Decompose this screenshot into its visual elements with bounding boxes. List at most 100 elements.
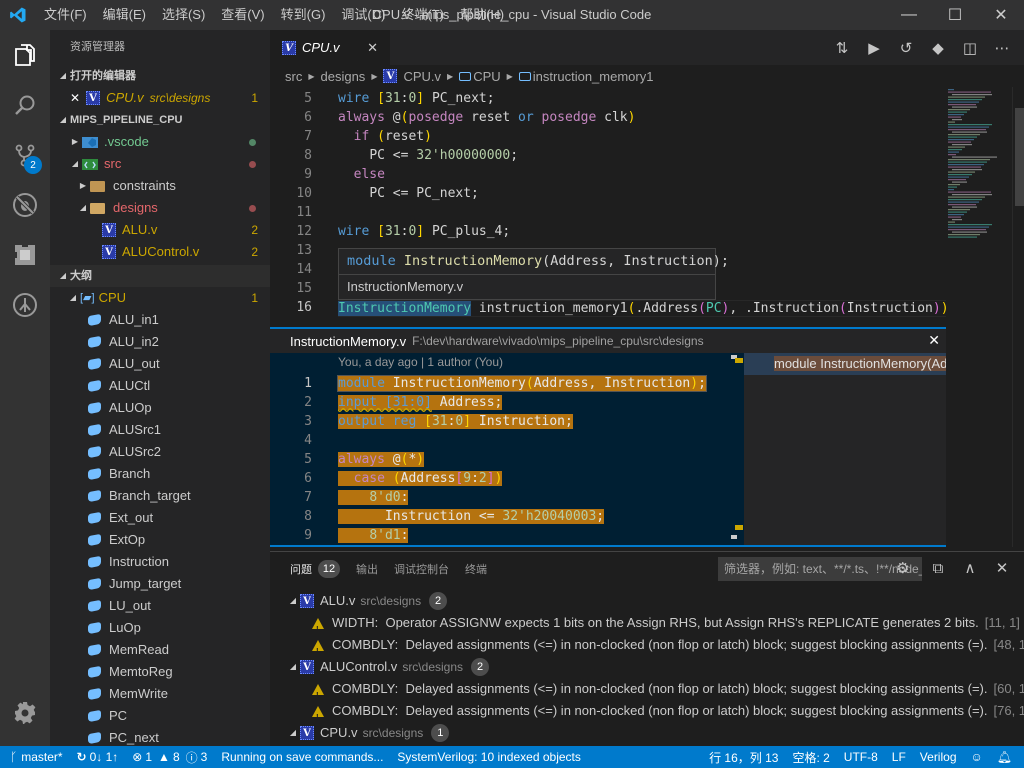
- filter-settings-icon[interactable]: ⚙: [896, 559, 909, 577]
- git-icon[interactable]: ◆: [922, 39, 954, 57]
- problem-file-group[interactable]: ◢ V CPU.v src\designs 1: [270, 722, 450, 744]
- open-editor-item[interactable]: ✕ V CPU.v src\designs 1: [50, 87, 270, 109]
- cursor-position[interactable]: 行 16，列 13: [702, 749, 785, 766]
- tree-item-alu[interactable]: V ALU.v 2: [50, 219, 270, 241]
- breadcrumb-src[interactable]: src: [285, 69, 302, 84]
- search-button[interactable]: [0, 80, 50, 130]
- tree-item-src[interactable]: ◢ src: [50, 153, 270, 175]
- problems-filter-input[interactable]: 筛选器，例如: text、**/*.ts、!**/node_modules/**: [718, 557, 922, 581]
- branch-indicator[interactable]: ᚴ master*: [0, 750, 70, 764]
- breadcrumb-module[interactable]: CPU: [473, 69, 500, 84]
- outline-symbol-item[interactable]: ALUSrc1: [50, 419, 270, 441]
- problem-item[interactable]: COMBDLY: Delayed assignments (<=) in non…: [270, 700, 1024, 729]
- outline-symbol-item[interactable]: LU_out: [50, 595, 270, 617]
- outline-symbol-item[interactable]: Ext_out: [50, 507, 270, 529]
- peek-reference-item[interactable]: module InstructionMemory(Address, Instru…: [744, 353, 946, 375]
- feedback-smiley-icon[interactable]: ☺: [964, 750, 990, 764]
- tab-cpu-v[interactable]: V CPU.v ✕: [270, 30, 390, 65]
- outline-symbol-item[interactable]: MemRead: [50, 639, 270, 661]
- indentation[interactable]: 空格: 2: [785, 749, 836, 766]
- outline-symbol-item[interactable]: PC: [50, 705, 270, 727]
- outline-symbol-item[interactable]: MemtoReg: [50, 661, 270, 683]
- problem-item[interactable]: COMBDLY: Delayed assignments (<=) in non…: [270, 634, 1024, 663]
- breadcrumb-file[interactable]: CPU.v: [403, 69, 441, 84]
- outline-symbol-item[interactable]: ALUSrc2: [50, 441, 270, 463]
- outline-symbol-item[interactable]: LuOp: [50, 617, 270, 639]
- tree-item-designs[interactable]: ◢ designs: [50, 197, 270, 219]
- outline-symbol-item[interactable]: PC_next: [50, 727, 270, 746]
- open-changes-icon[interactable]: ↺: [890, 39, 922, 57]
- minimize-button[interactable]: —: [886, 0, 932, 30]
- outline-root-cpu[interactable]: ◢ [▰] CPU 1: [50, 287, 270, 309]
- problem-item[interactable]: WIDTH: Operator ASSIGNW expects 1 bits o…: [270, 612, 1020, 641]
- problems-indicator[interactable]: ⊗ 1 ▲ 8 ⓘ 3: [125, 749, 214, 766]
- outline-symbol-item[interactable]: ALUOp: [50, 397, 270, 419]
- end-of-line[interactable]: LF: [885, 750, 913, 764]
- split-editor-icon[interactable]: ◫: [954, 39, 986, 57]
- close-panel-icon[interactable]: ✕: [986, 557, 1018, 581]
- scrollbar-thumb[interactable]: [1015, 108, 1024, 206]
- breadcrumb-instance[interactable]: instruction_memory1: [533, 69, 654, 84]
- more-actions-icon[interactable]: ⋯: [986, 39, 1018, 57]
- tab-close-button[interactable]: ✕: [367, 40, 378, 56]
- peek-editor[interactable]: You, a day ago | 1 author (You) 1 2 3 4 5 6 7 8…: [270, 353, 744, 545]
- outline-symbol-item[interactable]: MemWrite: [50, 683, 270, 705]
- outline-header[interactable]: ◢ 大纲: [50, 265, 270, 287]
- menu-terminal[interactable]: 终端(T): [393, 0, 452, 30]
- minimap[interactable]: [946, 87, 1012, 327]
- workspace-header[interactable]: ◢ MIPS_PIPELINE_CPU: [50, 109, 270, 131]
- git-blame-annotation[interactable]: You, a day ago | 1 author (You): [338, 355, 503, 369]
- menu-help[interactable]: 帮助(H): [452, 0, 512, 30]
- peek-references-list: module InstructionMemory(Address, Instru…: [744, 353, 946, 545]
- outline-symbol-item[interactable]: Instruction: [50, 551, 270, 573]
- explorer-button[interactable]: [0, 30, 50, 80]
- outline-symbol-item[interactable]: Branch_target: [50, 485, 270, 507]
- problem-file-group[interactable]: ◢ V ALU.v src\designs 2: [270, 590, 448, 612]
- language-mode[interactable]: Verilog: [913, 750, 964, 764]
- folder-icon: [90, 180, 105, 192]
- menu-view[interactable]: 查看(V): [213, 0, 272, 30]
- outline-symbol-item[interactable]: ALU_in2: [50, 331, 270, 353]
- open-editors-header[interactable]: ◢ 打开的编辑器: [50, 65, 270, 87]
- compare-changes-icon[interactable]: ⇅: [826, 39, 858, 57]
- encoding[interactable]: UTF-8: [837, 750, 885, 764]
- source-control-button[interactable]: 2: [0, 130, 50, 180]
- git-graph-button[interactable]: [0, 280, 50, 330]
- problem-file-group[interactable]: ◢ V ALUControl.v src\designs 2: [270, 656, 490, 678]
- close-icon[interactable]: ✕: [70, 87, 80, 109]
- menu-go[interactable]: 转到(G): [273, 0, 334, 30]
- tree-item-constraints[interactable]: ▶ constraints: [50, 175, 270, 197]
- outline-symbol-item[interactable]: ALUCtl: [50, 375, 270, 397]
- maximize-button[interactable]: ☐: [932, 0, 978, 30]
- task-status[interactable]: Running on save commands...: [214, 750, 390, 764]
- outline-symbol-item[interactable]: Jump_target: [50, 573, 270, 595]
- outline-symbol-item[interactable]: ExtOp: [50, 529, 270, 551]
- sync-indicator[interactable]: ↻ 0↓ 1↑: [70, 750, 126, 764]
- maximize-panel-icon[interactable]: ∧: [954, 557, 986, 581]
- peek-close-button[interactable]: ✕: [928, 332, 940, 349]
- collapse-all-icon[interactable]: ⧉: [922, 557, 954, 581]
- tab-output[interactable]: 输出: [356, 561, 378, 577]
- close-window-button[interactable]: ✕: [978, 0, 1024, 30]
- menu-file[interactable]: 文件(F): [36, 0, 95, 30]
- extensions-button[interactable]: [0, 230, 50, 280]
- debug-button[interactable]: [0, 180, 50, 230]
- tab-terminal[interactable]: 终端: [465, 561, 487, 577]
- notifications-bell-icon[interactable]: 🔔︎: [990, 750, 1024, 764]
- menu-edit[interactable]: 编辑(E): [95, 0, 154, 30]
- tab-debug-console[interactable]: 调试控制台: [394, 561, 449, 577]
- indexer-status[interactable]: SystemVerilog: 10 indexed objects: [390, 750, 587, 764]
- run-icon[interactable]: ▶: [858, 39, 890, 57]
- tree-item-alucontrol[interactable]: V ALUControl.v 2: [50, 241, 270, 263]
- menu-debug[interactable]: 调试(D): [333, 0, 393, 30]
- tree-item-vscode[interactable]: ▶ .vscode: [50, 131, 270, 153]
- outline-symbol-item[interactable]: ALU_in1: [50, 309, 270, 331]
- outline-symbol-item[interactable]: ALU_out: [50, 353, 270, 375]
- problem-item[interactable]: COMBDLY: Delayed assignments (<=) in non…: [270, 678, 1024, 707]
- menu-selection[interactable]: 选择(S): [154, 0, 213, 30]
- outline-symbol-item[interactable]: Branch: [50, 463, 270, 485]
- breadcrumb-designs[interactable]: designs: [321, 69, 366, 84]
- vertical-scrollbar[interactable]: [1012, 87, 1024, 547]
- tab-problems[interactable]: 问题 12: [290, 560, 340, 578]
- manage-button[interactable]: [0, 688, 50, 738]
